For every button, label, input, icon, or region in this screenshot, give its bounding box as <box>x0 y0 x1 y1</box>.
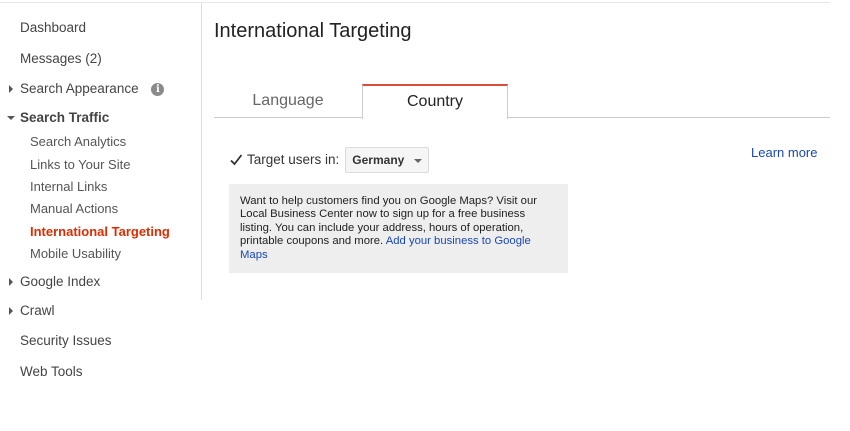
dropdown-arrow-icon <box>414 158 423 163</box>
sidebar-item-links-to-your-site[interactable]: Links to Your Site <box>30 157 130 172</box>
sidebar-item-search-traffic[interactable]: Search Traffic <box>7 110 110 125</box>
sidebar-item-dashboard[interactable]: Dashboard <box>20 20 86 35</box>
sidebar-nav: Dashboard Messages (2) Search Appearance… <box>0 3 202 300</box>
target-users-row: Target users in: Germany <box>229 146 430 173</box>
sidebar-item-international-targeting[interactable]: International Targeting <box>30 224 170 239</box>
target-users-checkbox[interactable] <box>229 152 243 167</box>
sidebar-item-label: Crawl <box>20 303 55 318</box>
sidebar-item-internal-links[interactable]: Internal Links <box>30 179 107 194</box>
sidebar-item-manual-actions[interactable]: Manual Actions <box>30 201 118 216</box>
sidebar-item-label: Search Traffic <box>20 110 110 125</box>
info-icon[interactable]: i <box>151 83 165 96</box>
sidebar-item-messages[interactable]: Messages (2) <box>20 51 102 66</box>
learn-more-link[interactable]: Learn more <box>751 145 817 160</box>
checkmark-icon <box>229 152 243 167</box>
tab-language[interactable]: Language <box>214 84 362 118</box>
sidebar-item-search-analytics[interactable]: Search Analytics <box>30 134 126 149</box>
google-maps-info-panel: Want to help customers find you on Googl… <box>229 184 568 273</box>
country-select[interactable]: Germany <box>345 146 430 173</box>
sidebar-item-google-index[interactable]: Google Index <box>9 274 101 289</box>
sidebar-item-crawl[interactable]: Crawl <box>9 303 55 318</box>
caret-right-icon <box>9 85 13 93</box>
sidebar-item-search-appearance[interactable]: Search Appearance i <box>9 81 165 96</box>
sidebar-item-label: Search Appearance <box>20 81 139 96</box>
sidebar-item-security-issues[interactable]: Security Issues <box>20 333 112 348</box>
sidebar-item-mobile-usability[interactable]: Mobile Usability <box>30 246 121 261</box>
target-users-label: Target users in: <box>247 152 340 167</box>
page-title: International Targeting <box>214 20 412 42</box>
caret-right-icon <box>9 278 13 286</box>
country-select-value: Germany <box>352 152 405 167</box>
caret-down-icon <box>7 116 15 120</box>
tab-country[interactable]: Country <box>362 84 508 119</box>
sidebar-item-label: Google Index <box>20 274 101 289</box>
sidebar-item-web-tools[interactable]: Web Tools <box>20 364 83 379</box>
caret-right-icon <box>9 307 13 315</box>
